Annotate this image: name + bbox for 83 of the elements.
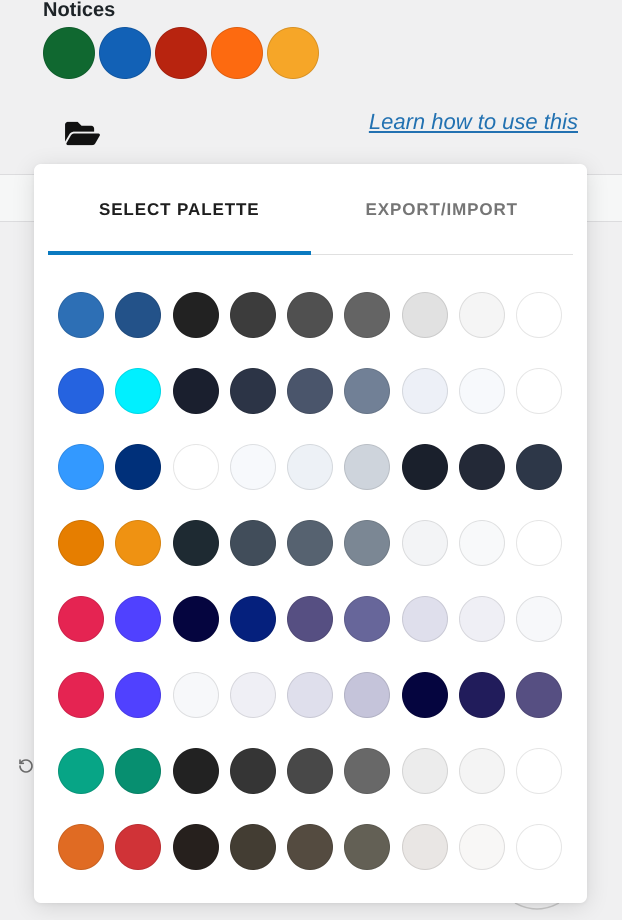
color-swatch-icon[interactable] <box>516 748 562 794</box>
color-swatch-icon[interactable] <box>115 824 162 870</box>
color-swatch-icon[interactable] <box>344 672 390 718</box>
color-swatch-icon[interactable] <box>516 824 562 870</box>
color-swatch-icon[interactable] <box>344 292 390 338</box>
color-swatch-icon[interactable] <box>344 368 390 414</box>
color-swatch-icon[interactable] <box>230 672 276 718</box>
color-swatch-icon[interactable] <box>99 27 151 79</box>
color-swatch-icon[interactable] <box>402 748 448 794</box>
color-swatch-icon[interactable] <box>458 672 505 718</box>
color-swatch-icon[interactable] <box>172 520 218 566</box>
color-swatch-icon[interactable] <box>172 292 218 338</box>
color-swatch-icon[interactable] <box>58 444 104 490</box>
color-swatch-icon[interactable] <box>402 824 448 870</box>
color-swatch-icon[interactable] <box>58 520 104 566</box>
color-swatch-icon[interactable] <box>402 292 448 338</box>
color-swatch-icon[interactable] <box>344 824 390 870</box>
color-swatch-icon[interactable] <box>115 748 162 794</box>
color-swatch-icon[interactable] <box>115 368 162 414</box>
color-swatch-icon[interactable] <box>516 596 562 642</box>
color-swatch-icon[interactable] <box>402 672 448 718</box>
color-swatch-icon[interactable] <box>344 444 390 490</box>
color-swatch-icon[interactable] <box>516 672 562 718</box>
color-swatch-icon[interactable] <box>344 596 390 642</box>
color-swatch-icon[interactable] <box>287 292 333 338</box>
circle-edge-icon <box>512 903 562 910</box>
color-swatch-icon[interactable] <box>458 748 505 794</box>
color-swatch-icon[interactable] <box>115 672 162 718</box>
color-swatch-icon[interactable] <box>458 520 505 566</box>
color-swatch-icon[interactable] <box>287 520 333 566</box>
tab[interactable]: SELECT PALETTE <box>48 164 310 255</box>
color-swatch-icon[interactable] <box>287 368 333 414</box>
color-swatch-icon[interactable] <box>172 368 218 414</box>
color-swatch-icon[interactable] <box>458 824 505 870</box>
color-swatch-icon[interactable] <box>402 596 448 642</box>
color-swatch-icon[interactable] <box>172 672 218 718</box>
color-swatch-icon[interactable] <box>230 292 276 338</box>
color-swatch-icon[interactable] <box>230 596 276 642</box>
tab[interactable]: EXPORT/IMPORT <box>310 164 573 255</box>
color-swatch-icon[interactable] <box>230 520 276 566</box>
color-swatch-icon[interactable] <box>230 824 276 870</box>
color-swatch-icon[interactable] <box>287 596 333 642</box>
color-swatch-icon[interactable] <box>58 672 104 718</box>
color-swatch-icon[interactable] <box>115 520 162 566</box>
color-swatch-icon[interactable] <box>58 596 104 642</box>
color-swatch-icon[interactable] <box>115 596 162 642</box>
color-swatch-icon[interactable] <box>211 27 263 79</box>
color-swatch-icon[interactable] <box>172 824 218 870</box>
color-swatch-icon[interactable] <box>172 748 218 794</box>
color-swatch-icon[interactable] <box>516 368 562 414</box>
color-swatch-icon[interactable] <box>58 824 104 870</box>
color-swatch-icon[interactable] <box>458 444 505 490</box>
color-swatch-icon[interactable] <box>458 292 505 338</box>
color-swatch-icon[interactable] <box>458 368 505 414</box>
help-link[interactable]: Learn how to use this <box>368 108 578 136</box>
color-swatch-icon[interactable] <box>287 824 333 870</box>
color-swatch-icon[interactable] <box>115 444 162 490</box>
reset-icon[interactable] <box>18 758 34 774</box>
color-swatch-icon[interactable] <box>115 292 162 338</box>
color-swatch-icon[interactable] <box>267 27 319 79</box>
color-swatch-icon[interactable] <box>402 520 448 566</box>
color-swatch-icon[interactable] <box>516 292 562 338</box>
color-swatch-icon[interactable] <box>344 520 390 566</box>
color-swatch-icon[interactable] <box>172 596 218 642</box>
color-swatch-icon[interactable] <box>230 748 276 794</box>
color-swatch-icon[interactable] <box>402 368 448 414</box>
color-swatch-icon[interactable] <box>287 444 333 490</box>
color-swatch-icon[interactable] <box>287 672 333 718</box>
color-swatch-icon[interactable] <box>155 27 207 79</box>
color-swatch-icon[interactable] <box>402 444 448 490</box>
section-heading: Notices <box>43 0 116 20</box>
color-swatch-icon[interactable] <box>172 444 218 490</box>
color-swatch-icon[interactable] <box>58 292 104 338</box>
color-swatch-icon[interactable] <box>43 27 95 79</box>
color-swatch-icon[interactable] <box>58 368 104 414</box>
color-swatch-icon[interactable] <box>516 444 562 490</box>
color-swatch-icon[interactable] <box>230 444 276 490</box>
color-swatch-icon[interactable] <box>287 748 333 794</box>
color-swatch-icon[interactable] <box>230 368 276 414</box>
color-swatch-icon[interactable] <box>58 748 104 794</box>
color-swatch-icon[interactable] <box>516 520 562 566</box>
color-swatch-icon[interactable] <box>344 748 390 794</box>
color-swatch-icon[interactable] <box>458 596 505 642</box>
